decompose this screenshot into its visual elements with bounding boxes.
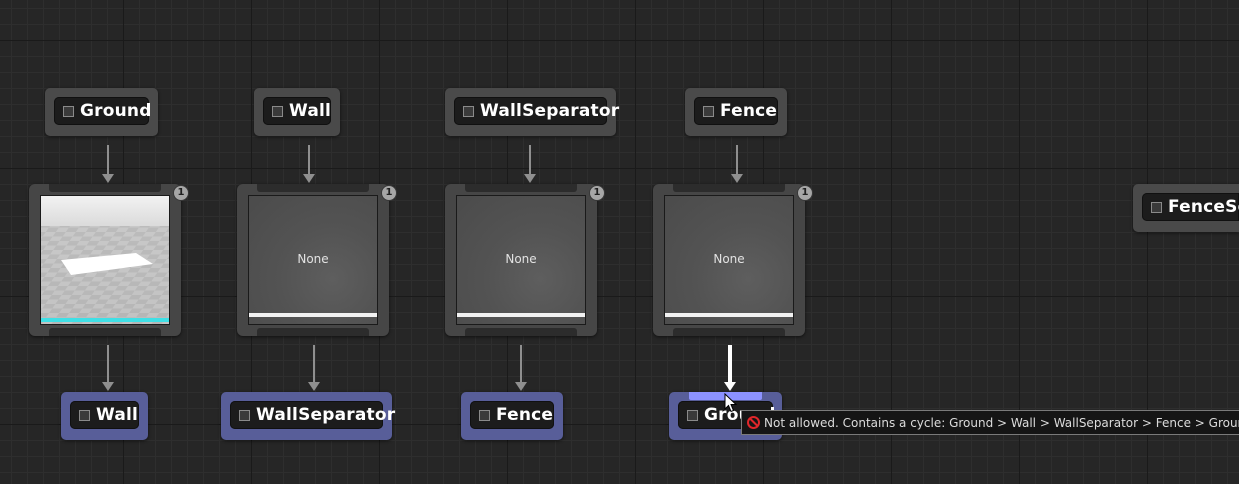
asset-node-wall[interactable]: None 1: [237, 184, 397, 336]
asset-none-label: None: [505, 252, 537, 266]
state-label: Fence: [720, 101, 778, 121]
connection-arrow[interactable]: [515, 345, 527, 391]
input-pin[interactable]: [49, 184, 161, 192]
checkbox-icon: [272, 105, 283, 117]
state-label: Ground: [80, 101, 152, 121]
count-badge: 1: [797, 185, 813, 201]
state-pill: WallSeparator: [230, 401, 395, 429]
connection-arrow[interactable]: [731, 145, 743, 183]
state-pill: Ground: [54, 97, 152, 125]
asset-none-label: None: [713, 252, 745, 266]
connection-arrow[interactable]: [524, 145, 536, 183]
state-node-wallseparator[interactable]: WallSeparator: [445, 88, 619, 136]
preview-accent-bar: [41, 318, 169, 322]
checkbox-icon: [463, 105, 474, 117]
state-pill: Wall: [263, 97, 331, 125]
asset-node-ground[interactable]: 1: [29, 184, 189, 336]
connection-arrow[interactable]: [308, 345, 320, 391]
asset-node-wallseparator[interactable]: None 1: [445, 184, 605, 336]
preview-bar: [665, 313, 793, 317]
checkbox-icon: [479, 409, 490, 421]
state-node-ground[interactable]: Ground: [45, 88, 158, 136]
floor-preview-image: [41, 196, 169, 324]
state-pill: Fence: [694, 97, 778, 125]
state-node-fence[interactable]: Fence: [685, 88, 787, 136]
output-pin[interactable]: [257, 328, 369, 336]
asset-preview: None: [248, 195, 378, 325]
output-node-wall[interactable]: Wall: [61, 392, 148, 440]
state-label: WallSeparator: [256, 405, 396, 425]
preview-bar: [457, 313, 585, 317]
asset-preview: None: [664, 195, 794, 325]
input-pin[interactable]: [465, 184, 577, 192]
checkbox-icon: [239, 409, 250, 421]
output-pin[interactable]: [49, 328, 161, 336]
output-node-fence[interactable]: Fence: [461, 392, 563, 440]
input-pin[interactable]: [673, 184, 785, 192]
preview-bar: [249, 313, 377, 317]
state-label: FenceSe: [1168, 197, 1239, 217]
output-node-wallseparator[interactable]: WallSeparator: [221, 392, 395, 440]
forbidden-icon: [747, 416, 760, 429]
checkbox-icon: [79, 409, 90, 421]
asset-preview: [40, 195, 170, 325]
output-pin[interactable]: [673, 328, 785, 336]
mouse-cursor-icon: [724, 393, 738, 413]
count-badge: 1: [381, 185, 397, 201]
connection-arrow[interactable]: [102, 145, 114, 183]
connection-arrow[interactable]: [102, 345, 114, 391]
input-pin[interactable]: [257, 184, 369, 192]
state-label: WallSeparator: [480, 101, 620, 121]
state-label: Wall: [289, 101, 332, 121]
connection-arrow[interactable]: [303, 145, 315, 183]
state-pill: WallSeparator: [454, 97, 619, 125]
state-label: Fence: [496, 405, 554, 425]
state-pill: Wall: [70, 401, 139, 429]
graph-canvas[interactable]: Ground Wall WallSeparator Fence FenceSe: [0, 0, 1239, 484]
state-node-wall[interactable]: Wall: [254, 88, 340, 136]
checkbox-icon: [703, 105, 714, 117]
state-pill: Fence: [470, 401, 554, 429]
cycle-error-tooltip: Not allowed. Contains a cycle: Ground > …: [741, 410, 1239, 435]
asset-node-fence[interactable]: None 1: [653, 184, 813, 336]
output-pin[interactable]: [465, 328, 577, 336]
checkbox-icon: [1151, 201, 1162, 213]
dragging-connection-arrow[interactable]: [724, 345, 736, 393]
asset-preview: None: [456, 195, 586, 325]
checkbox-icon: [687, 409, 698, 421]
state-label: Wall: [96, 405, 139, 425]
asset-none-label: None: [297, 252, 329, 266]
checkbox-icon: [63, 105, 74, 117]
count-badge: 1: [589, 185, 605, 201]
state-node-fenceseparator[interactable]: FenceSe: [1133, 184, 1239, 232]
tooltip-text: Not allowed. Contains a cycle: Ground > …: [764, 415, 1239, 430]
state-pill: FenceSe: [1142, 193, 1239, 221]
count-badge: 1: [173, 185, 189, 201]
